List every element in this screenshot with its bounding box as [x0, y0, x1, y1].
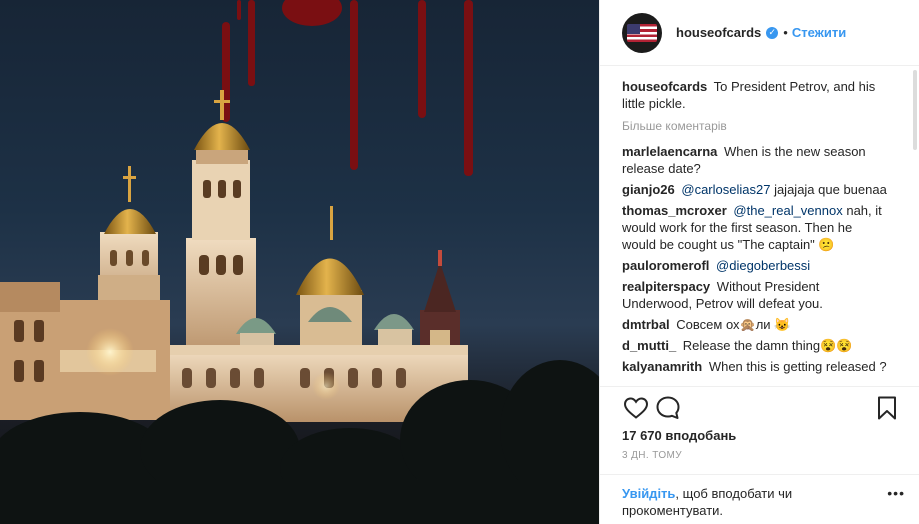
comment-mention[interactable]: @carloselias27	[681, 182, 770, 197]
likes-count[interactable]: 17 670 вподобань	[600, 428, 919, 448]
comment-username[interactable]: thomas_mcroxer	[622, 203, 727, 218]
post-actions-bar	[600, 386, 919, 428]
post-photo[interactable]	[0, 0, 599, 524]
comment-username[interactable]: d_mutti_	[622, 338, 676, 353]
comments-list[interactable]: houseofcards To President Petrov, and hi…	[600, 66, 919, 386]
bookmark-icon	[878, 396, 896, 419]
heart-icon	[623, 396, 649, 419]
comment-item: thomas_mcroxer @the_real_vennox nah, it …	[622, 202, 889, 253]
login-prompt: Увійдіть, щоб вподобати чи прокоментуват…	[600, 474, 919, 524]
more-options-button[interactable]: •••	[885, 485, 905, 502]
post-timestamp[interactable]: 3 ДН. ТОМУ	[600, 448, 919, 464]
comment-item: dmtrbal Совсем ох🙊ли 😺	[622, 316, 889, 333]
comment-username[interactable]: gianjo26	[622, 182, 675, 197]
separator-dot: •	[783, 25, 788, 40]
golden-dome-cathedral	[236, 206, 414, 357]
comment-item: pauloromerofl @diegoberbessi	[622, 257, 889, 274]
post-caption: houseofcards To President Petrov, and hi…	[622, 78, 889, 112]
left-church-tower	[98, 166, 160, 318]
save-button[interactable]	[871, 392, 903, 424]
like-button[interactable]	[620, 392, 652, 424]
comment-username[interactable]: pauloromerofl	[622, 258, 709, 273]
comment-text: Совсем ох🙊ли 😺	[676, 317, 791, 332]
comment-username[interactable]: dmtrbal	[622, 317, 670, 332]
comment-button[interactable]	[652, 392, 684, 424]
avatar[interactable]	[622, 12, 662, 53]
comment-username[interactable]: kalyanamrith	[622, 359, 702, 374]
load-more-comments-button[interactable]: Більше коментарів	[622, 118, 889, 135]
comment-username[interactable]: marlelaencarna	[622, 144, 717, 159]
caption-username[interactable]: houseofcards	[622, 79, 707, 94]
flag-icon	[627, 23, 657, 42]
instagram-post: houseofcards ✓ • Стежити houseofcards To…	[0, 0, 919, 524]
post-side-panel: houseofcards ✓ • Стежити houseofcards To…	[599, 0, 919, 524]
comment-username[interactable]: realpiterspacy	[622, 279, 710, 294]
comment-item: realpiterspacy Without President Underwo…	[622, 278, 889, 312]
comment-text: When this is getting released ?	[708, 359, 887, 374]
comment-bubble-icon	[656, 396, 680, 419]
blood-drips	[222, 0, 473, 176]
login-prompt-text: Увійдіть, щоб вподобати чи прокоментуват…	[622, 485, 885, 519]
login-link[interactable]: Увійдіть	[622, 486, 675, 501]
comment-item: d_mutti_ Release the damn thing😵😵	[622, 337, 889, 354]
comment-text: Release the damn thing😵😵	[682, 338, 853, 353]
follow-button[interactable]: Стежити	[792, 25, 846, 40]
comment-item: kalyanamrith When this is getting releas…	[622, 358, 889, 375]
verified-badge-icon: ✓	[766, 26, 779, 39]
bell-tower	[186, 90, 256, 358]
username-link[interactable]: houseofcards	[676, 25, 761, 40]
comment-item: gianjo26 @carloselias27 jajajaja que bue…	[622, 181, 889, 198]
comment-text: jajajaja que buenaa	[770, 182, 887, 197]
comments-scrollbar[interactable]	[913, 70, 917, 150]
comment-item: marlelaencarna When is the new season re…	[622, 143, 889, 177]
comment-mention[interactable]: @diegoberbessi	[716, 258, 810, 273]
post-header: houseofcards ✓ • Стежити	[600, 0, 919, 66]
kremlin-night-photo	[0, 0, 599, 524]
comment-mention[interactable]: @the_real_vennox	[733, 203, 842, 218]
